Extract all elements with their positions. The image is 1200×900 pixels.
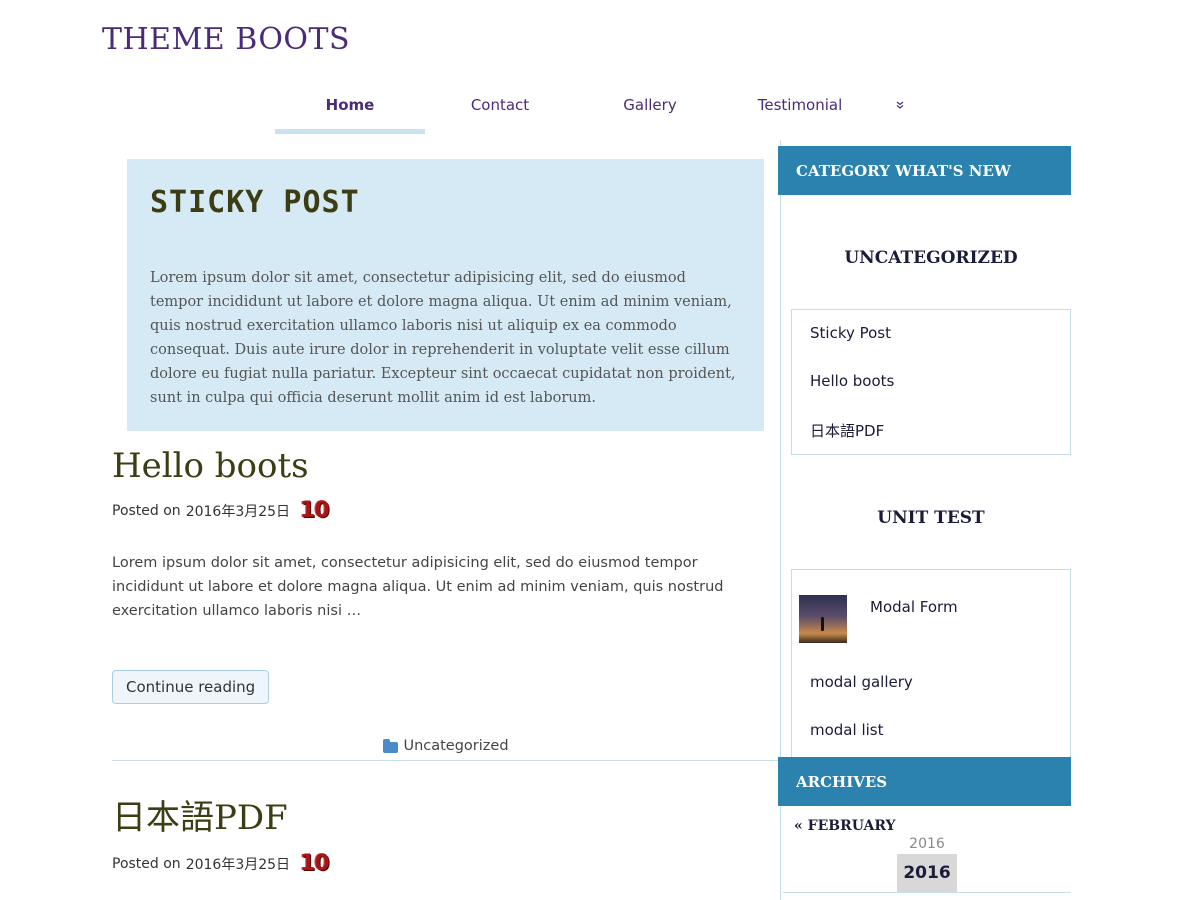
post-footer: Uncategorized — [112, 738, 780, 761]
sidebar-link-modal-list[interactable]: modal list — [810, 721, 883, 739]
posted-on-label: Posted on — [112, 855, 181, 872]
site-title[interactable]: THEME BOOTS — [102, 22, 350, 57]
post-meta: Posted on 2016年3月25日 10 — [112, 851, 780, 876]
sticky-post-text: Lorem ipsum dolor sit amet, consectetur … — [150, 270, 736, 406]
comments-count-badge[interactable]: 10 — [300, 498, 330, 523]
sidebar-link-hello-boots[interactable]: Hello boots — [810, 372, 894, 390]
main-nav: Home Contact Gallery Testimonial — [275, 80, 925, 134]
nav-item-contact[interactable]: Contact — [425, 80, 575, 130]
post-meta: Posted on 2016年3月25日 10 — [112, 498, 780, 523]
folder-icon — [383, 739, 399, 753]
nav-item-testimonial[interactable]: Testimonial — [725, 80, 875, 130]
whats-new-header: CATEGORY WHAT'S NEW — [778, 146, 1071, 195]
posted-on-label: Posted on — [112, 502, 181, 519]
comments-count-badge[interactable]: 10 — [300, 851, 330, 876]
post-category-link[interactable]: Uncategorized — [403, 738, 508, 754]
post-excerpt: Lorem ipsum dolor sit amet, consectetur … — [112, 555, 724, 619]
post-title[interactable]: 日本語PDF — [112, 790, 780, 839]
category-list-uncategorized: Sticky Post Hello boots 日本語PDF — [791, 309, 1071, 455]
continue-reading-button[interactable]: Continue reading — [112, 670, 270, 704]
sticky-post-title[interactable]: STICKY POST — [150, 185, 742, 220]
sidebar-link-modal-form[interactable]: Modal Form — [870, 598, 958, 616]
category-list-unit-test: Modal Form modal gallery modal list — [791, 569, 1071, 759]
category-title-unit-test[interactable]: UNIT TEST — [791, 508, 1071, 528]
sidebar-link-modal-gallery[interactable]: modal gallery — [810, 673, 913, 691]
calendar-caption: 2016 — [909, 836, 945, 852]
post-thumbnail[interactable] — [799, 595, 847, 643]
post-hello-boots: Hello boots Posted on 2016年3月25日 10 Lore… — [112, 446, 780, 761]
calendar-divider — [783, 892, 1071, 893]
post-date[interactable]: 2016年3月25日 — [186, 854, 290, 874]
sticky-post: STICKY POST Lorem ipsum dolor sit amet, … — [127, 159, 764, 431]
calendar-prev-month-link[interactable]: « FEBRUARY — [794, 818, 896, 834]
sidebar-link-sticky-post[interactable]: Sticky Post — [810, 324, 891, 342]
post-title[interactable]: Hello boots — [112, 446, 780, 486]
calendar-year-cell[interactable]: 2016 — [897, 854, 957, 892]
nav-item-gallery[interactable]: Gallery — [575, 80, 725, 130]
category-title-uncategorized[interactable]: UNCATEGORIZED — [791, 248, 1071, 268]
post-date[interactable]: 2016年3月25日 — [186, 501, 290, 521]
sidebar-link-japanese-pdf[interactable]: 日本語PDF — [810, 420, 884, 441]
chevron-double-down-icon[interactable] — [875, 80, 925, 130]
archives-header: ARCHIVES — [778, 757, 1071, 806]
post-japanese-pdf: 日本語PDF Posted on 2016年3月25日 10 — [112, 790, 780, 876]
nav-item-home[interactable]: Home — [275, 80, 425, 134]
